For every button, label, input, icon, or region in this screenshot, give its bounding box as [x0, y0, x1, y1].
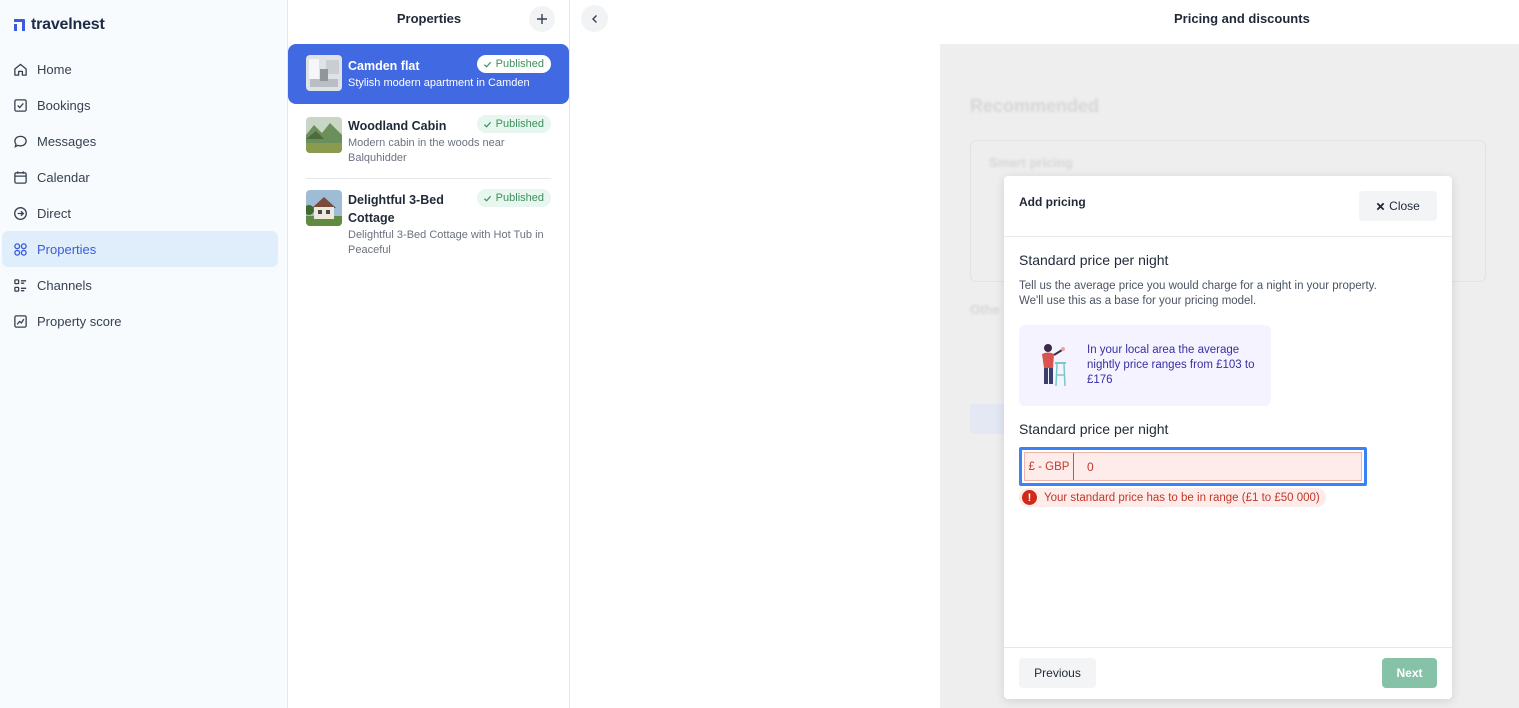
close-button[interactable]: Close — [1359, 191, 1437, 221]
standard-price-input[interactable] — [1074, 453, 1361, 480]
page-title: Pricing and discounts — [1174, 11, 1310, 26]
help-text-line: Tell us the average price you would char… — [1019, 280, 1377, 292]
sidebar-nav: Home Bookings Messages Calendar Direct P… — [2, 51, 278, 339]
property-description: Stylish modern apartment in Camden — [348, 77, 530, 89]
sidebar-item-channels[interactable]: Channels — [2, 267, 278, 303]
logo-text: travelnest — [31, 16, 105, 33]
chevron-left-icon — [591, 14, 597, 23]
property-thumbnail — [306, 117, 342, 153]
currency-selector[interactable]: £ - GBP — [1025, 453, 1074, 480]
channels-icon — [12, 277, 28, 293]
sidebar-item-label: Channels — [37, 277, 92, 293]
add-pricing-modal: Add pricing Close Standard price per nig… — [1004, 176, 1452, 699]
main-content: Pricing and discounts Recommended Smart … — [570, 0, 1519, 708]
section-heading: Standard price per night — [1019, 252, 1169, 268]
error-text: Your standard price has to be in range (… — [1044, 491, 1320, 504]
property-card-delightful-cottage[interactable]: Delightful 3-Bed Cottage Delightful 3-Be… — [288, 178, 569, 260]
property-score-icon — [12, 313, 28, 329]
check-icon — [483, 61, 491, 68]
next-button[interactable]: Next — [1382, 658, 1437, 688]
messages-icon — [12, 133, 28, 149]
direct-icon — [12, 205, 28, 221]
background-subheading: Othe — [970, 302, 1000, 317]
sidebar-item-calendar[interactable]: Calendar — [2, 159, 278, 195]
close-button-label: Close — [1389, 199, 1420, 213]
sidebar-item-label: Calendar — [37, 169, 90, 185]
price-field: £ - GBP — [1019, 447, 1367, 486]
property-description: Delightful 3-Bed Cottage with Hot Tub in… — [348, 229, 544, 256]
property-name: Delightful 3-Bed Cottage — [348, 193, 444, 225]
bookings-icon — [12, 97, 28, 113]
status-badge: Published — [476, 189, 551, 207]
status-badge: Published — [476, 115, 551, 133]
collapse-panel-button[interactable] — [581, 5, 608, 32]
property-card-camden-flat[interactable]: Camden flat Stylish modern apartment in … — [288, 44, 569, 104]
properties-title: Properties — [396, 11, 462, 26]
help-text: Tell us the average price you would char… — [1019, 279, 1399, 309]
check-icon — [483, 121, 491, 128]
close-icon — [1376, 202, 1385, 210]
property-card-woodland-cabin[interactable]: Woodland Cabin Modern cabin in the woods… — [288, 104, 569, 178]
error-icon: ! — [1022, 490, 1037, 505]
help-text-line: We'll use this as a base for your pricin… — [1019, 295, 1257, 307]
status-badge-label: Published — [495, 118, 544, 130]
field-label: Standard price per night — [1019, 421, 1169, 437]
add-property-button[interactable] — [529, 6, 555, 32]
check-icon — [483, 195, 491, 202]
sidebar-item-messages[interactable]: Messages — [2, 123, 278, 159]
sidebar-item-label: Home — [37, 61, 72, 77]
modal-footer: Previous Next — [1004, 647, 1452, 699]
home-icon — [12, 61, 28, 77]
status-badge: Published — [476, 55, 551, 73]
property-name: Woodland Cabin — [348, 119, 447, 133]
sidebar-item-direct[interactable]: Direct — [2, 195, 278, 231]
property-thumbnail — [306, 190, 342, 226]
status-badge-label: Published — [495, 192, 544, 204]
person-illustration-icon — [1042, 344, 1066, 387]
background-heading: Recommended — [970, 96, 1100, 116]
modal-header: Add pricing Close — [1004, 176, 1452, 237]
sidebar-item-label: Properties — [37, 241, 97, 257]
travelnest-logo[interactable]: travelnest — [13, 16, 105, 34]
sidebar-item-properties[interactable]: Properties — [2, 231, 278, 267]
background-card-title: Smart pricing — [989, 155, 1073, 170]
validation-error: ! Your standard price has to be in range… — [1019, 488, 1326, 507]
logo-mark-icon — [14, 19, 25, 31]
status-badge-label: Published — [495, 58, 544, 70]
local-price-info: In your local area the average nightly p… — [1019, 325, 1271, 406]
modal-title: Add pricing — [1019, 195, 1086, 209]
sidebar: travelnest Home Bookings Messages Calend… — [0, 0, 288, 708]
sidebar-item-label: Direct — [37, 205, 71, 221]
info-text: In your local area the average nightly p… — [1087, 344, 1255, 386]
previous-button[interactable]: Previous — [1019, 658, 1096, 688]
properties-icon — [12, 241, 28, 257]
sidebar-item-home[interactable]: Home — [2, 51, 278, 87]
property-thumbnail — [306, 55, 342, 91]
sidebar-item-property-score[interactable]: Property score — [2, 303, 278, 339]
sidebar-item-label: Bookings — [37, 97, 91, 113]
property-name: Camden flat — [348, 59, 420, 73]
plus-icon — [537, 14, 547, 24]
sidebar-item-bookings[interactable]: Bookings — [2, 87, 278, 123]
sidebar-item-label: Property score — [37, 313, 122, 329]
sidebar-item-label: Messages — [37, 133, 97, 149]
price-field-inner: £ - GBP — [1024, 452, 1362, 481]
properties-panel: Properties Camden flat Stylish modern ap… — [288, 0, 570, 708]
property-description: Modern cabin in the woods near Balquhidd… — [348, 137, 505, 164]
calendar-icon — [12, 169, 28, 185]
